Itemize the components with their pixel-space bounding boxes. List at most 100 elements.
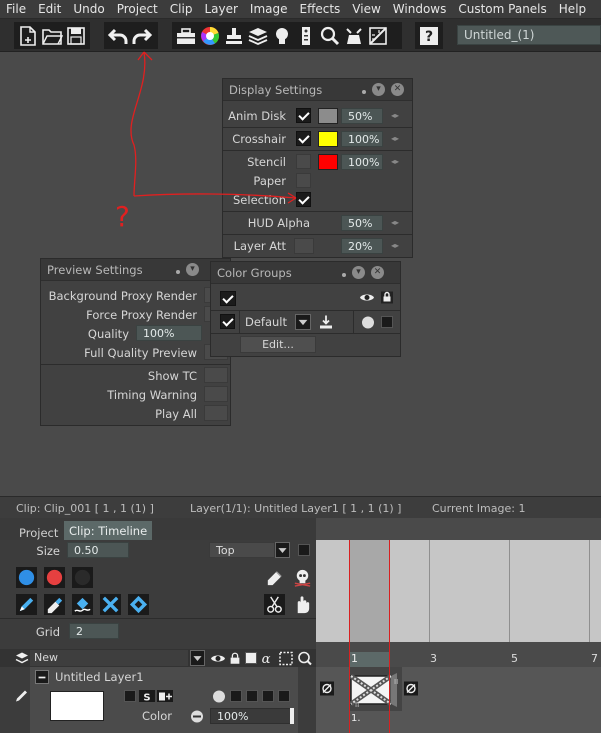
layer-option-square-4[interactable] [262,690,274,702]
diamond-tool-icon[interactable] [127,593,149,615]
crosshair-checkbox[interactable] [296,131,311,146]
menu-windows[interactable]: Windows [387,2,453,16]
menu-file[interactable]: File [0,2,32,16]
black-circle-icon[interactable] [71,566,93,588]
new-file-icon[interactable] [16,24,40,48]
fill-bucket-icon[interactable] [71,593,93,615]
layer-att-stepper-icon[interactable]: ◂▸ [391,241,399,250]
stencil-stepper-icon[interactable]: ◂▸ [391,157,399,166]
timeline-track[interactable]: II II 1. [316,667,601,733]
grid-field[interactable]: 2 [69,623,119,639]
edit-color-groups-button[interactable]: Edit... [240,336,316,353]
selection-checkbox[interactable] [296,192,311,207]
anim-disk-percent[interactable]: 50% [341,108,383,124]
layer-brush-icon[interactable] [14,687,30,703]
crosshair-percent[interactable]: 100% [341,131,383,147]
layer-white-square-icon[interactable] [245,652,257,664]
empty-frame-right-icon[interactable] [404,681,418,695]
lock-icon[interactable] [228,650,242,666]
anim-disk-color-swatch[interactable] [318,108,338,124]
quality-percent[interactable]: 100% [136,325,202,341]
project-name-field[interactable]: Untitled_(1) [457,25,601,45]
position-dropdown[interactable]: Top [209,542,275,558]
color-wheel-icon[interactable] [198,24,222,48]
ruler-icon[interactable] [366,24,390,48]
playhead-end-line[interactable] [389,540,390,733]
hand-icon[interactable] [291,593,313,615]
circle-toggle-icon[interactable] [360,314,376,330]
new-layer-dropdown[interactable]: New [30,650,188,666]
color-square-icon[interactable] [381,316,393,328]
collapse-icon[interactable]: ▾ [186,263,199,276]
lock-icon[interactable] [379,288,395,306]
chevron-down-icon[interactable] [275,542,290,558]
layer-option-square-5[interactable] [278,690,290,702]
crosshair-color-swatch[interactable] [318,131,338,147]
brush-cleanup-icon[interactable] [342,24,366,48]
layer-color-reset-icon[interactable] [190,709,204,723]
stencil-checkbox[interactable] [296,154,311,169]
show-tc-checkbox[interactable] [204,367,228,383]
red-circle-icon[interactable] [43,566,65,588]
layer-option-square-1[interactable] [124,690,136,702]
brush-eraser-icon[interactable] [43,593,65,615]
color-groups-title-bar[interactable]: Color Groups ▾ ✕ [211,262,400,284]
pencil-icon[interactable] [15,593,37,615]
toolbox-icon[interactable] [174,24,198,48]
layer-search-icon[interactable] [297,650,313,666]
stencil-percent[interactable]: 100% [341,154,383,170]
tab-clip-timeline[interactable]: Clip: Timeline [64,521,153,540]
menu-effects[interactable]: Effects [294,2,347,16]
layer-att-percent[interactable]: 20% [341,238,383,254]
menu-view[interactable]: View [346,2,386,16]
eraser-icon[interactable] [263,566,285,588]
layer-circle-icon[interactable] [212,689,226,703]
scissors-icon[interactable] [263,593,285,615]
undo-icon[interactable] [106,24,130,48]
remote-icon[interactable] [294,24,318,48]
layer-option-plus-icon[interactable] [157,690,173,702]
alpha-icon[interactable]: α [259,650,273,666]
layer-att-box[interactable] [294,238,314,254]
menu-layer[interactable]: Layer [198,2,243,16]
play-all-checkbox[interactable] [204,405,228,421]
eye-icon[interactable] [359,288,375,306]
download-icon[interactable] [318,314,334,330]
collapse-icon[interactable]: ▾ [372,83,385,96]
layer-opacity-field[interactable]: 100% [210,708,292,724]
preview-settings-title-bar[interactable]: Preview Settings ▾ [41,259,230,281]
chevron-down-icon[interactable] [295,314,311,330]
help-icon[interactable]: ? [417,24,441,48]
dotted-square-icon[interactable] [278,650,294,666]
collapse-icon[interactable]: ▾ [352,266,365,279]
menu-undo[interactable]: Undo [67,2,110,16]
eye-icon[interactable] [210,650,226,666]
close-icon[interactable]: ✕ [391,83,404,96]
layers-small-icon[interactable] [14,650,30,666]
open-folder-icon[interactable] [40,24,64,48]
timeline-canvas[interactable] [316,540,601,642]
crosshair-stepper-icon[interactable]: ◂▸ [391,134,399,143]
keyframe-thumbnail[interactable]: II II [349,673,405,707]
color-groups-check-all-icon[interactable] [220,291,236,306]
hud-alpha-percent[interactable]: 50% [341,215,383,231]
playhead-start-line[interactable] [349,540,350,733]
layer-option-s-icon[interactable]: S [139,690,155,703]
save-icon[interactable] [64,24,88,48]
empty-frame-left-icon[interactable] [320,681,334,695]
paper-checkbox[interactable] [296,173,311,188]
menu-edit[interactable]: Edit [32,2,67,16]
layer-option-square-2[interactable] [230,690,242,702]
timeline-ruler[interactable]: 1 3 5 7 [316,642,601,667]
menu-image[interactable]: Image [244,2,294,16]
menu-clip[interactable]: Clip [164,2,199,16]
menu-project[interactable]: Project [111,2,164,16]
menu-custom-panels[interactable]: Custom Panels [452,2,552,16]
stamp-icon[interactable] [222,24,246,48]
chevron-down-icon[interactable] [190,650,205,666]
cross-tool-icon[interactable] [99,593,121,615]
hud-alpha-stepper-icon[interactable]: ◂▸ [391,218,399,227]
timing-warning-checkbox[interactable] [204,386,228,402]
stencil-color-swatch[interactable] [318,154,338,170]
layer-collapse-icon[interactable] [35,670,49,684]
